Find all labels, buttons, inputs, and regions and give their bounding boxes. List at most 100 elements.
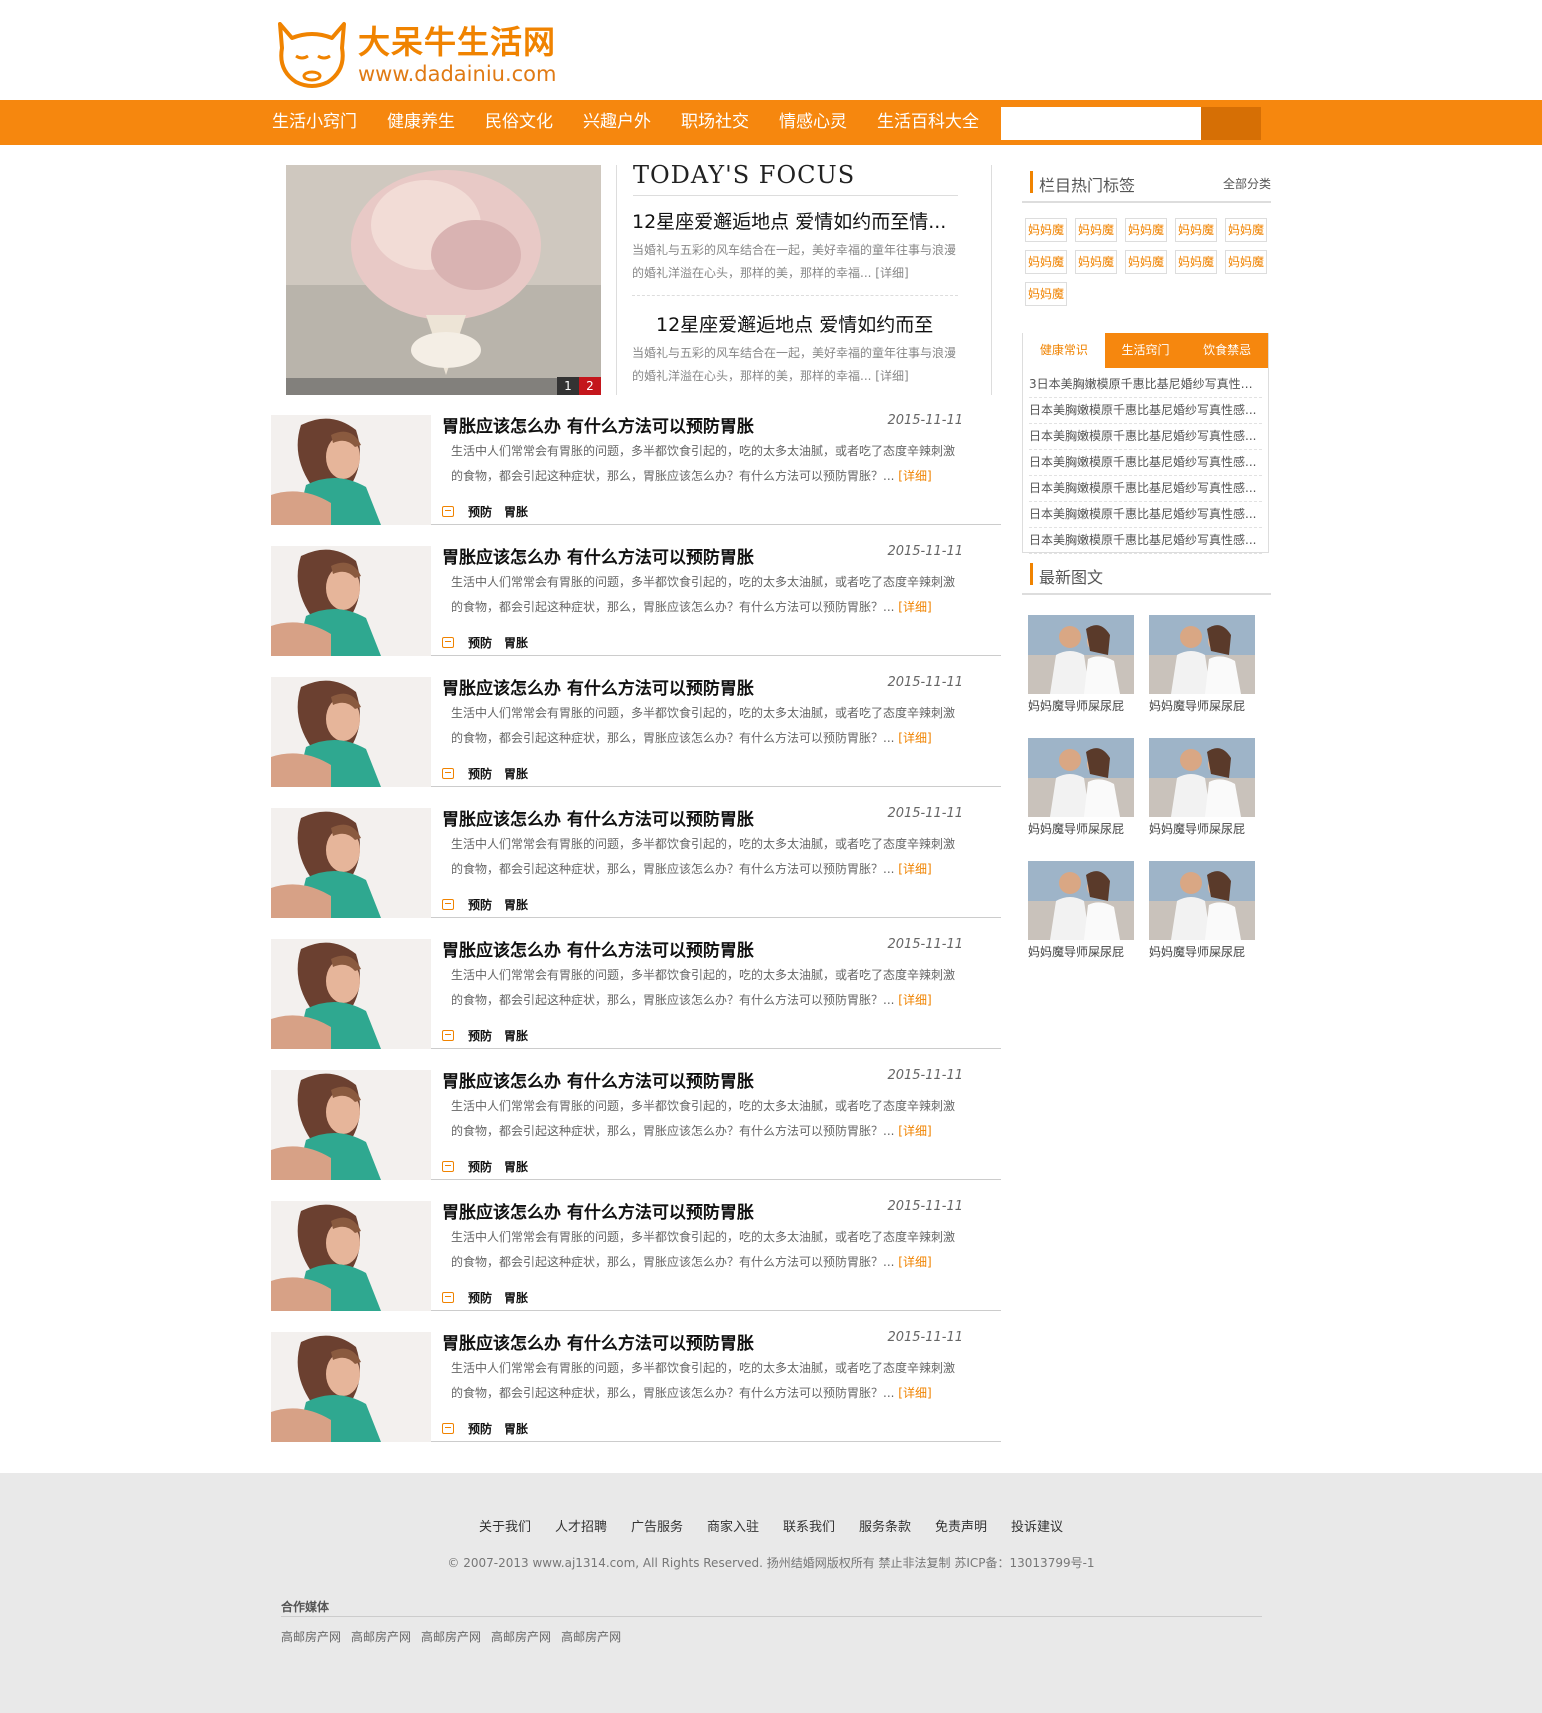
- latest-pic-item[interactable]: 妈妈魔导师屎尿屁: [1028, 861, 1134, 960]
- hot-tag[interactable]: 妈妈魔: [1125, 250, 1167, 274]
- article-tag[interactable]: 胃胀: [504, 896, 528, 913]
- article-thumbnail[interactable]: [271, 677, 431, 787]
- partner-link[interactable]: 高邮房产网: [421, 1628, 481, 1645]
- article-title[interactable]: 胃胀应该怎么办 有什么方法可以预防胃胀: [442, 674, 754, 699]
- article-tag[interactable]: 预防: [468, 1420, 492, 1437]
- hot-tag[interactable]: 妈妈魔: [1175, 250, 1217, 274]
- hot-tag[interactable]: 妈妈魔: [1225, 250, 1267, 274]
- article-tags: 预防 胃胀: [442, 765, 540, 782]
- tab-list-item[interactable]: 日本美胸嫩模原千惠比基尼婚纱写真性感...: [1029, 476, 1262, 502]
- hot-tag[interactable]: 妈妈魔: [1075, 218, 1117, 242]
- hot-tag[interactable]: 妈妈魔: [1025, 282, 1067, 306]
- hot-tag[interactable]: 妈妈魔: [1025, 250, 1067, 274]
- hot-tag[interactable]: 妈妈魔: [1175, 218, 1217, 242]
- article-tag[interactable]: 胃胀: [504, 1420, 528, 1437]
- partner-link[interactable]: 高邮房产网: [561, 1628, 621, 1645]
- article-more-link[interactable]: [详细]: [898, 469, 931, 483]
- hot-tag[interactable]: 妈妈魔: [1075, 250, 1117, 274]
- partner-link[interactable]: 高邮房产网: [351, 1628, 411, 1645]
- article-title[interactable]: 胃胀应该怎么办 有什么方法可以预防胃胀: [442, 1198, 754, 1223]
- site-logo[interactable]: 大呆牛生活网 www.dadainiu.com: [272, 18, 557, 90]
- article-tag[interactable]: 预防: [468, 634, 492, 651]
- tab-diet-taboos[interactable]: 饮食禁忌: [1186, 333, 1268, 368]
- footer-link-complaints[interactable]: 投诉建议: [1011, 1516, 1063, 1535]
- article-tag[interactable]: 胃胀: [504, 1289, 528, 1306]
- article-title[interactable]: 胃胀应该怎么办 有什么方法可以预防胃胀: [442, 1329, 754, 1354]
- hot-tag[interactable]: 妈妈魔: [1225, 218, 1267, 242]
- tab-life-tips[interactable]: 生活窍门: [1105, 333, 1187, 368]
- article-thumbnail[interactable]: [271, 808, 431, 918]
- article-tag[interactable]: 胃胀: [504, 503, 528, 520]
- article-thumbnail[interactable]: [271, 1070, 431, 1180]
- partner-link[interactable]: 高邮房产网: [491, 1628, 551, 1645]
- footer-link-disclaimer[interactable]: 免责声明: [935, 1516, 987, 1535]
- article-thumbnail[interactable]: [271, 939, 431, 1049]
- article-thumbnail[interactable]: [271, 415, 431, 525]
- nav-item-emotion[interactable]: 情感心灵: [779, 100, 847, 145]
- article-title[interactable]: 胃胀应该怎么办 有什么方法可以预防胃胀: [442, 412, 754, 437]
- hot-tag[interactable]: 妈妈魔: [1125, 218, 1167, 242]
- footer-link-merchants[interactable]: 商家入驻: [707, 1516, 759, 1535]
- slider-dot-1[interactable]: 1: [557, 377, 579, 395]
- article-more-link[interactable]: [详细]: [898, 993, 931, 1007]
- nav-item-outdoor[interactable]: 兴趣户外: [583, 100, 651, 145]
- article-tag[interactable]: 预防: [468, 1289, 492, 1306]
- article-title[interactable]: 胃胀应该怎么办 有什么方法可以预防胃胀: [442, 805, 754, 830]
- footer-link-jobs[interactable]: 人才招聘: [555, 1516, 607, 1535]
- search-button[interactable]: [1201, 107, 1261, 140]
- article-tag[interactable]: 预防: [468, 765, 492, 782]
- article-tag[interactable]: 预防: [468, 896, 492, 913]
- nav-item-workplace[interactable]: 职场社交: [681, 100, 749, 145]
- all-categories-link[interactable]: 全部分类: [1223, 175, 1271, 192]
- article-more-link[interactable]: [详细]: [898, 600, 931, 614]
- article-more-link[interactable]: [详细]: [898, 862, 931, 876]
- focus-item-title[interactable]: 12星座爱邂逅地点 爱情如约而至情...: [632, 209, 958, 235]
- focus-item-more-link[interactable]: [详细]: [875, 369, 908, 383]
- tab-list-item[interactable]: 日本美胸嫩模原千惠比基尼婚纱写真性感...: [1029, 398, 1262, 424]
- article-more-link[interactable]: [详细]: [898, 1386, 931, 1400]
- footer-link-contact[interactable]: 联系我们: [783, 1516, 835, 1535]
- latest-pic-item[interactable]: 妈妈魔导师屎尿屁: [1028, 738, 1134, 837]
- focus-item-title[interactable]: 12星座爱邂逅地点 爱情如约而至: [632, 312, 958, 338]
- article-more-link[interactable]: [详细]: [898, 1124, 931, 1138]
- nav-item-encyclopedia[interactable]: 生活百科大全: [877, 100, 979, 145]
- partner-link[interactable]: 高邮房产网: [281, 1628, 341, 1645]
- latest-pic-item[interactable]: 妈妈魔导师屎尿屁: [1149, 738, 1255, 837]
- tab-list-item[interactable]: 日本美胸嫩模原千惠比基尼婚纱写真性感...: [1029, 450, 1262, 476]
- latest-pic-item[interactable]: 妈妈魔导师屎尿屁: [1028, 615, 1134, 714]
- article-thumbnail[interactable]: [271, 1201, 431, 1311]
- footer-link-about[interactable]: 关于我们: [479, 1516, 531, 1535]
- article-more-link[interactable]: [详细]: [898, 731, 931, 745]
- tab-list-item[interactable]: 3日本美胸嫩模原千惠比基尼婚纱写真性感...: [1029, 372, 1262, 398]
- article-tag[interactable]: 胃胀: [504, 634, 528, 651]
- article-tag[interactable]: 预防: [468, 503, 492, 520]
- tab-list-item[interactable]: 日本美胸嫩模原千惠比基尼婚纱写真性感...: [1029, 424, 1262, 450]
- article-title[interactable]: 胃胀应该怎么办 有什么方法可以预防胃胀: [442, 1067, 754, 1092]
- search-input[interactable]: [1001, 107, 1201, 140]
- nav-item-life-tips[interactable]: 生活小窍门: [272, 100, 357, 145]
- article-tag[interactable]: 胃胀: [504, 1027, 528, 1044]
- hot-tag[interactable]: 妈妈魔: [1025, 218, 1067, 242]
- tab-list-item[interactable]: 日本美胸嫩模原千惠比基尼婚纱写真性感...: [1029, 502, 1262, 528]
- tab-list-item[interactable]: 日本美胸嫩模原千惠比基尼婚纱写真性感...: [1029, 528, 1262, 554]
- focus-slider-image[interactable]: 1 2: [286, 165, 601, 395]
- tab-health-knowledge[interactable]: 健康常识: [1023, 333, 1105, 368]
- article-tag[interactable]: 胃胀: [504, 765, 528, 782]
- latest-pic-caption: 妈妈魔导师屎尿屁: [1028, 945, 1125, 959]
- latest-pic-item[interactable]: 妈妈魔导师屎尿屁: [1149, 615, 1255, 714]
- article-tag[interactable]: 预防: [468, 1158, 492, 1175]
- article-thumbnail[interactable]: [271, 546, 431, 656]
- footer-link-terms[interactable]: 服务条款: [859, 1516, 911, 1535]
- article-more-link[interactable]: [详细]: [898, 1255, 931, 1269]
- footer-link-ads[interactable]: 广告服务: [631, 1516, 683, 1535]
- focus-item-more-link[interactable]: [详细]: [875, 266, 908, 280]
- article-title[interactable]: 胃胀应该怎么办 有什么方法可以预防胃胀: [442, 936, 754, 961]
- slider-dot-2[interactable]: 2: [579, 377, 601, 395]
- latest-pic-item[interactable]: 妈妈魔导师屎尿屁: [1149, 861, 1255, 960]
- article-tag[interactable]: 胃胀: [504, 1158, 528, 1175]
- nav-item-folk-culture[interactable]: 民俗文化: [485, 100, 553, 145]
- article-thumbnail[interactable]: [271, 1332, 431, 1442]
- article-title[interactable]: 胃胀应该怎么办 有什么方法可以预防胃胀: [442, 543, 754, 568]
- nav-item-health[interactable]: 健康养生: [387, 100, 455, 145]
- article-tag[interactable]: 预防: [468, 1027, 492, 1044]
